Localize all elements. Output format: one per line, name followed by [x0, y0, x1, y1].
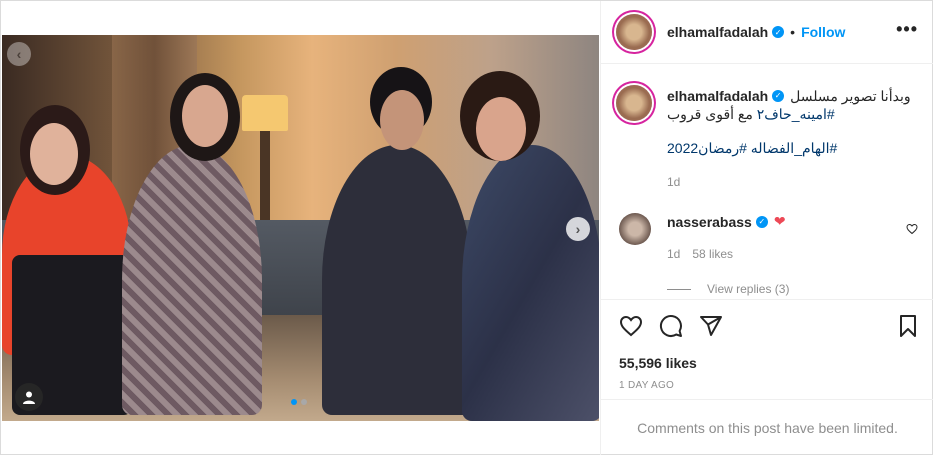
- caption-avatar[interactable]: [616, 85, 652, 121]
- action-bar: [601, 299, 933, 350]
- photo-scene: [2, 35, 599, 421]
- author-username[interactable]: elhamalfadalah: [667, 24, 768, 40]
- caption: elhamalfadalah ✓ وبدأنا تصوير مسلسل #امي…: [667, 87, 917, 123]
- verified-badge-icon: ✓: [772, 26, 785, 38]
- more-options-icon[interactable]: •••: [896, 19, 918, 40]
- post-sidebar: elhamalfadalah ✓ • Follow ••• elhamalfad…: [600, 1, 933, 455]
- comment-like-button[interactable]: [906, 223, 918, 238]
- post-header: elhamalfadalah ✓ • Follow •••: [601, 1, 933, 64]
- author-avatar[interactable]: [616, 14, 652, 50]
- post-date: 1 DAY AGO: [619, 380, 675, 391]
- likes-count[interactable]: 55,596 likes: [619, 355, 697, 371]
- caption-hashtags[interactable]: #الهام_الفضاله #رمضان2022: [667, 140, 837, 157]
- user-tag-icon: [23, 391, 35, 404]
- heart-icon: [619, 315, 643, 337]
- post-frame: ‹ › elhamalfadalah ✓ • Follow ••• elhama…: [0, 0, 933, 455]
- comment-age: 1d: [667, 247, 681, 261]
- chevron-left-icon: ‹: [16, 46, 22, 62]
- bookmark-icon: [900, 315, 916, 337]
- carousel-next-button[interactable]: ›: [566, 217, 590, 241]
- author-info: elhamalfadalah ✓ • Follow: [667, 24, 845, 40]
- post-image[interactable]: ‹ ›: [2, 35, 599, 421]
- caption-line-2: #امينه_حاف٢ مع أقوى قروب: [667, 105, 917, 123]
- user-tag-button[interactable]: [15, 383, 43, 411]
- view-replies-button[interactable]: View replies (3): [667, 282, 789, 296]
- follow-button[interactable]: Follow: [801, 24, 845, 40]
- caption-username[interactable]: elhamalfadalah: [667, 87, 768, 105]
- caption-text-1: وبدأنا تصوير مسلسل: [790, 88, 911, 104]
- carousel-prev-button[interactable]: ‹: [7, 42, 31, 66]
- comment-meta: 1d 58 likes: [667, 247, 733, 261]
- caption-age: 1d: [667, 175, 681, 189]
- comment-text: ❤: [773, 213, 786, 229]
- comment-button[interactable]: [659, 314, 683, 338]
- reply-avatar[interactable]: [619, 213, 651, 245]
- comments-limited-notice: Comments on this post have been limited.: [601, 399, 933, 455]
- carousel-indicator: [291, 399, 307, 405]
- save-button[interactable]: [896, 314, 920, 338]
- heart-icon: [906, 223, 918, 235]
- view-replies-label: View replies (3): [707, 282, 790, 296]
- share-button[interactable]: [699, 314, 723, 338]
- share-icon: [700, 316, 722, 336]
- replies-dash: [667, 288, 691, 290]
- caption-hashtag-1[interactable]: #امينه_حاف٢: [757, 106, 835, 122]
- like-button[interactable]: [619, 314, 643, 338]
- comment-icon: [659, 315, 682, 337]
- verified-badge-icon: ✓: [755, 215, 768, 228]
- carousel-dot: [301, 399, 307, 405]
- comment-likes[interactable]: 58 likes: [692, 247, 733, 261]
- carousel-dot: [291, 399, 297, 405]
- chevron-right-icon: ›: [575, 221, 581, 237]
- comment-username[interactable]: nasserabass: [667, 214, 752, 230]
- separator-dot: •: [790, 24, 796, 40]
- caption-text-2: مع أقوى قروب: [667, 106, 753, 122]
- comment: nasserabass ✓ ❤: [667, 213, 786, 230]
- verified-badge-icon: ✓: [772, 90, 785, 102]
